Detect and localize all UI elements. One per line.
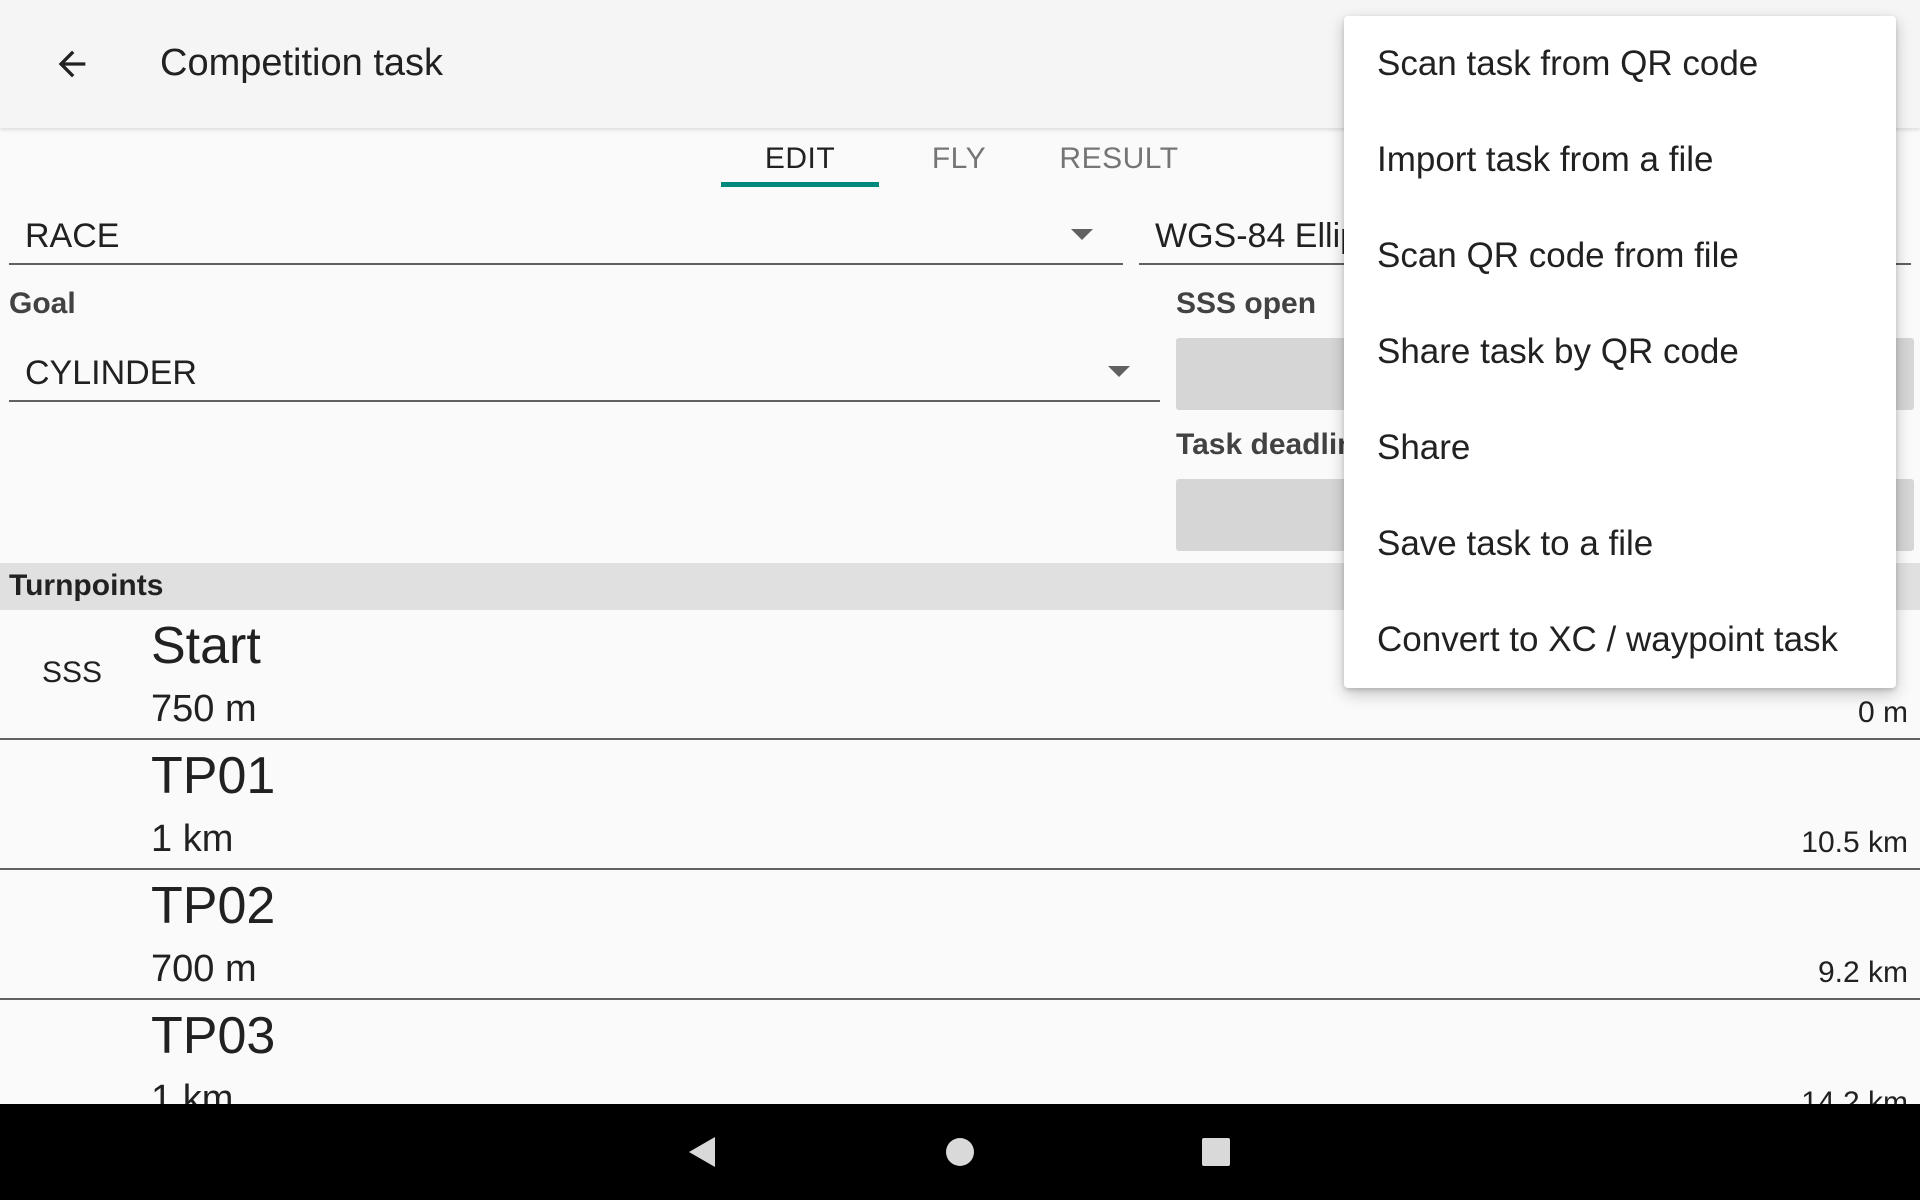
arrow-back-icon [58,50,86,78]
sss-open-label: SSS open [1176,287,1317,320]
nav-home-button[interactable] [930,1124,990,1180]
menu-item-label: Share [1377,428,1471,467]
turnpoint-name: TP01 [151,747,276,805]
overflow-menu: Scan task from QR code Import task from … [1344,16,1896,688]
turnpoint-radius: 1 km [151,818,234,860]
turnpoint-distance: 10.5 km [1801,826,1908,859]
goal-type-spinner[interactable]: CYLINDER [9,342,1160,402]
turnpoint-type: SSS [42,656,103,689]
task-deadline-label: Task deadline [1176,428,1373,461]
dropdown-arrow-icon [1071,229,1093,240]
tab-result[interactable]: RESULT [1040,142,1198,176]
menu-item-scan-qr[interactable]: Scan task from QR code [1344,16,1896,112]
menu-item-share[interactable]: Share [1344,400,1896,496]
goal-label: Goal [9,287,76,320]
menu-item-share-qr[interactable]: Share task by QR code [1344,304,1896,400]
nav-recents-button[interactable] [1186,1124,1246,1180]
menu-item-scan-qr-file[interactable]: Scan QR code from file [1344,208,1896,304]
menu-item-label: Scan QR code from file [1377,236,1739,275]
turnpoint-distance: 14.2 km [1801,1086,1908,1104]
turnpoint-radius: 1 km [151,1078,234,1104]
task-type-value: RACE [25,217,120,255]
turnpoint-name: TP02 [151,877,276,935]
task-type-spinner[interactable]: RACE [9,205,1123,265]
back-button[interactable] [32,32,112,96]
turnpoint-radius: 750 m [151,688,257,730]
competition-task-screen: Competition task EDIT FLY RESULT RACE WG… [0,0,1920,1200]
menu-item-label: Save task to a file [1377,524,1654,563]
menu-item-label: Share task by QR code [1377,332,1739,371]
turnpoint-radius: 700 m [151,948,257,990]
tab-indicator [721,182,879,187]
dropdown-arrow-icon [1108,366,1130,377]
menu-item-save-file[interactable]: Save task to a file [1344,496,1896,592]
turnpoint-name: Start [151,617,261,675]
system-nav-bar [0,1104,1920,1200]
turnpoint-distance: 9.2 km [1817,956,1908,989]
goal-type-value: CYLINDER [25,354,197,392]
triangle-back-icon [689,1137,715,1167]
turnpoint-row[interactable]: TP01 1 km 10.5 km [0,740,1920,870]
nav-back-button[interactable] [672,1124,732,1180]
turnpoint-row[interactable]: TP03 1 km 14.2 km [0,1000,1920,1104]
menu-item-label: Scan task from QR code [1377,44,1759,83]
menu-item-label: Convert to XC / waypoint task [1377,620,1839,659]
turnpoints-title: Turnpoints [9,569,164,602]
menu-item-import-file[interactable]: Import task from a file [1344,112,1896,208]
turnpoint-distance: 0 m [1857,696,1908,729]
square-recents-icon [1202,1138,1230,1166]
menu-item-label: Import task from a file [1377,140,1714,179]
tab-edit[interactable]: EDIT [721,142,879,176]
page-title: Competition task [160,42,444,84]
tab-fly[interactable]: FLY [900,142,1018,176]
turnpoint-row[interactable]: TP02 700 m 9.2 km [0,870,1920,1000]
menu-item-convert-xc[interactable]: Convert to XC / waypoint task [1344,592,1896,688]
turnpoint-name: TP03 [151,1007,276,1065]
circle-home-icon [946,1138,974,1166]
